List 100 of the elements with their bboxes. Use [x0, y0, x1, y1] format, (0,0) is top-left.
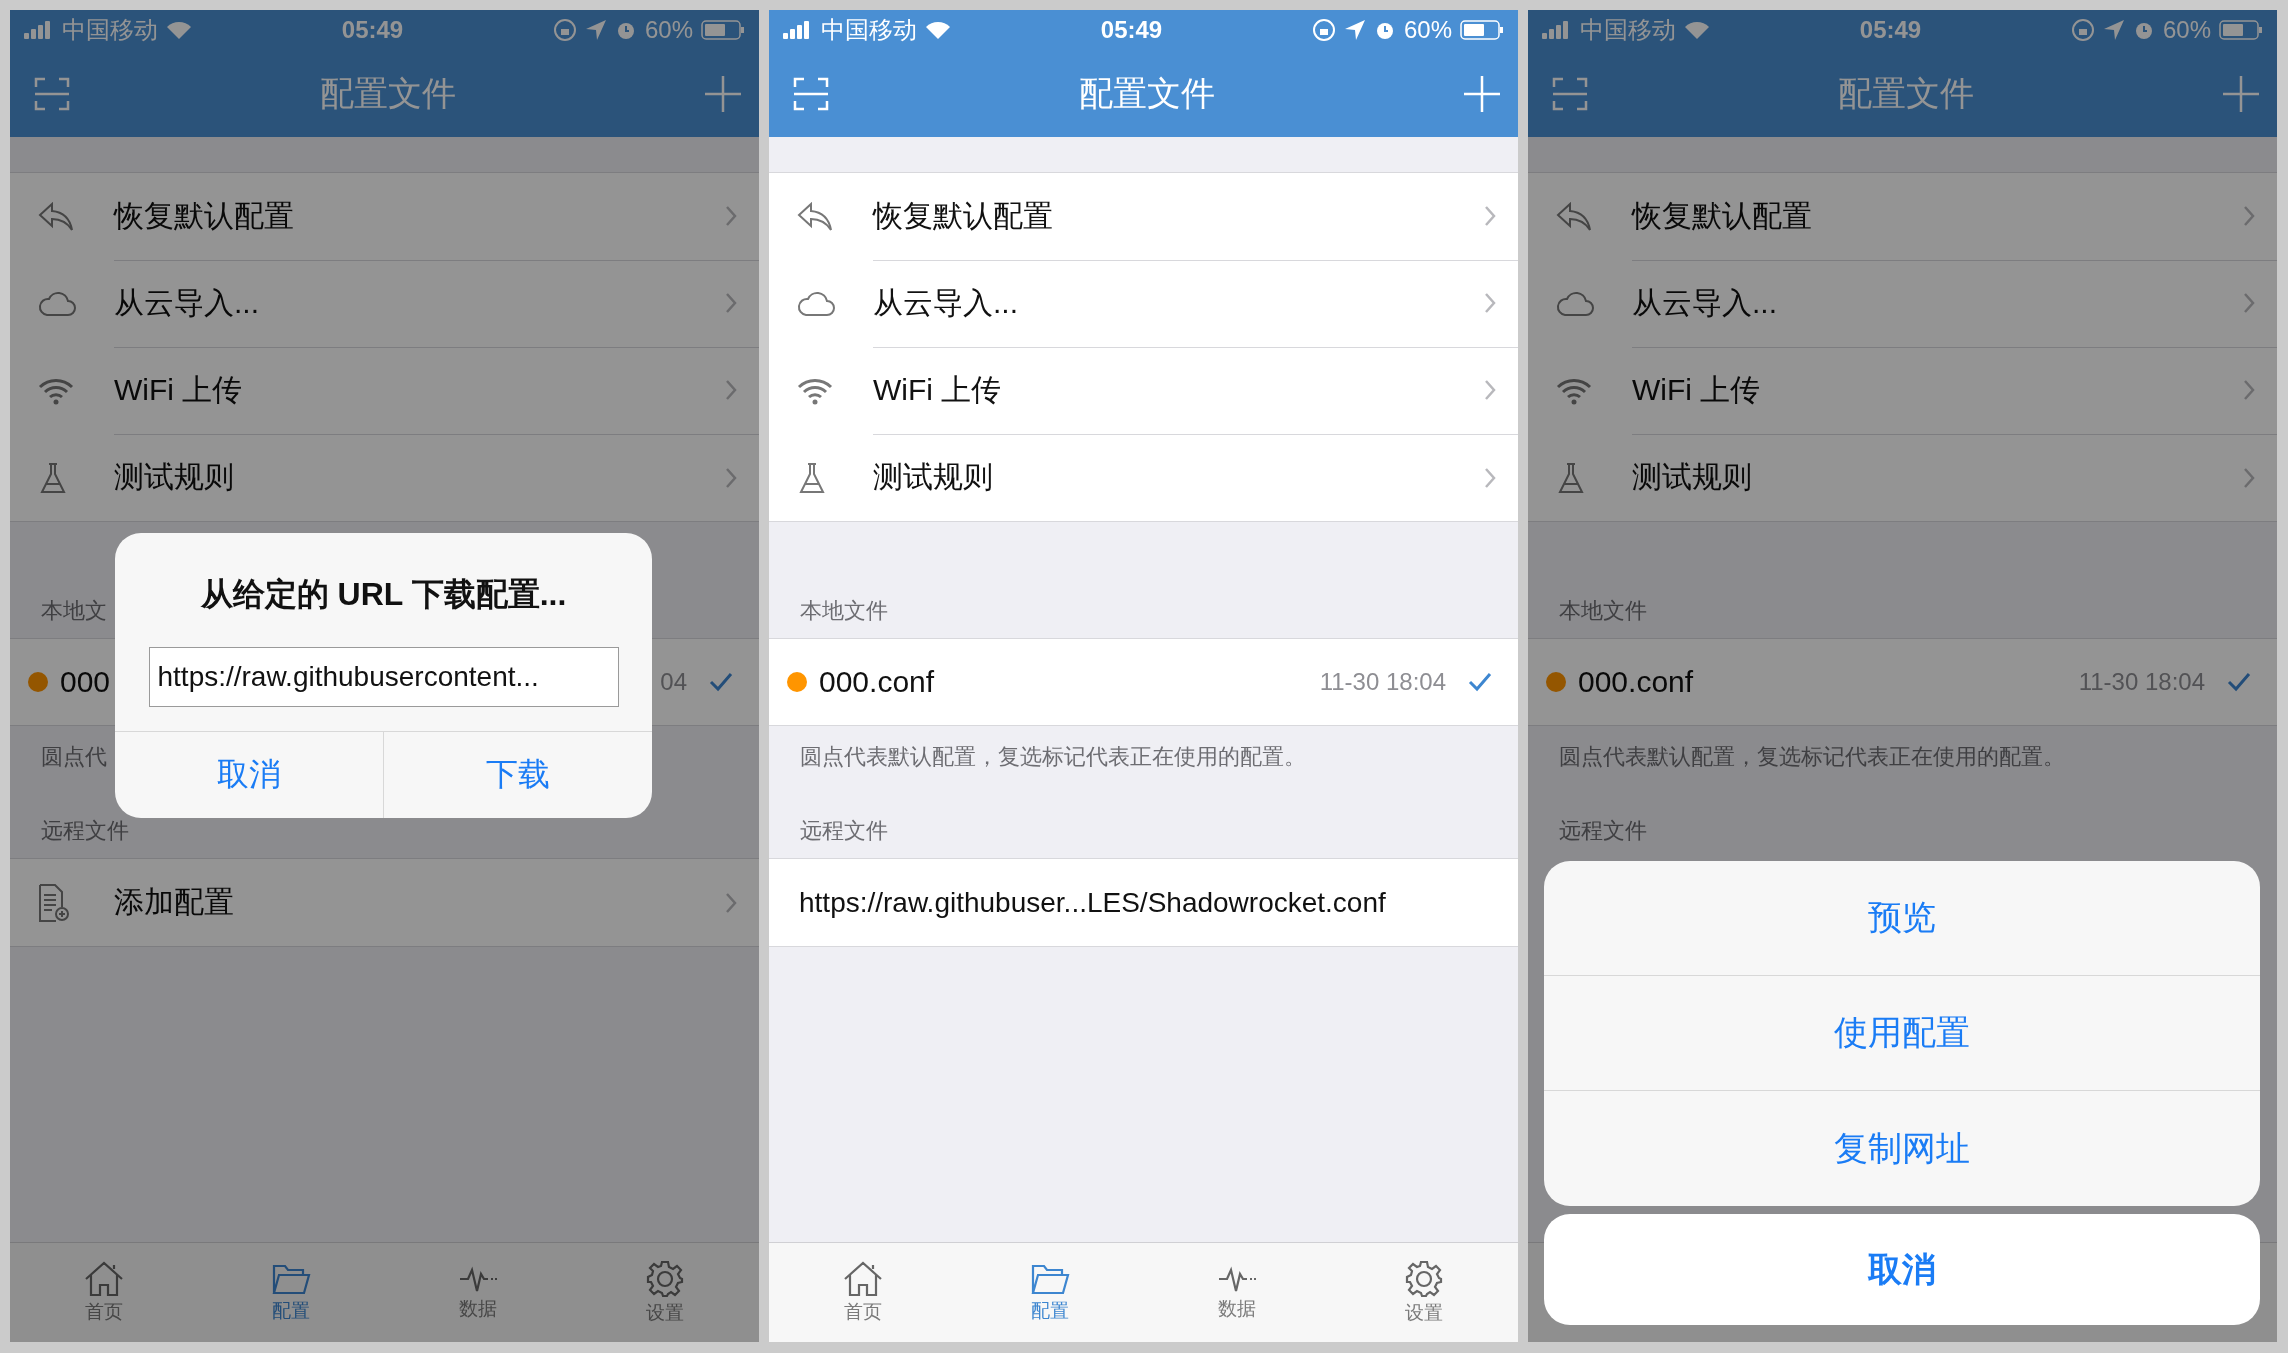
menu-item[interactable]: 添加配置 [10, 859, 759, 946]
add-icon[interactable] [705, 75, 741, 112]
alert-button[interactable]: 下载 [383, 732, 652, 818]
tab-item[interactable]: 配置 [956, 1243, 1144, 1342]
url-input-field[interactable]: https://raw.githubusercontent... [148, 647, 619, 707]
carrier-name: 中国移动 [62, 15, 158, 45]
reply-arrow-icon [38, 201, 74, 232]
rotation-lock-icon [1311, 18, 1336, 42]
wifi-icon [38, 376, 74, 405]
battery-icon [701, 19, 745, 41]
section-header: 远程文件 [41, 817, 129, 845]
section-header: 本地文 [41, 597, 107, 625]
battery-percent: 60% [1403, 16, 1452, 44]
menu-item[interactable]: 恢复默认配置 [10, 173, 759, 260]
alert-button[interactable]: 取消 [115, 732, 384, 818]
wifi-icon [1684, 20, 1710, 40]
menu-item[interactable]: 恢复默认配置 [769, 173, 1518, 260]
cloud-icon [797, 290, 835, 317]
home-icon [842, 1260, 883, 1297]
menu-item[interactable]: 恢复默认配置 [1528, 173, 2277, 260]
file-date: 11-30 18:04 [1319, 668, 1446, 696]
clock-time: 05:49 [1100, 16, 1163, 44]
sheet-action[interactable]: 预览 [1544, 861, 2260, 976]
location-arrow-icon [584, 19, 607, 41]
file-name[interactable]: 000.conf [819, 665, 1320, 699]
footer-note: 圆点代 [41, 744, 107, 769]
screen-title: 配置文件 [319, 72, 456, 114]
home-icon [83, 1260, 124, 1297]
flask-icon [38, 460, 68, 495]
footer-note: 圆点代表默认配置，复选标记代表正在使用的配置。 [1559, 744, 2065, 769]
settings-icon [646, 1259, 685, 1298]
chevron-right-icon [2243, 379, 2255, 401]
chevron-right-icon [725, 205, 737, 227]
menu-item[interactable]: 测试规则 [769, 434, 1518, 521]
menu-item[interactable]: 测试规则 [1528, 434, 2277, 521]
clock-time: 05:49 [1859, 16, 1922, 44]
chevron-right-icon [725, 891, 737, 914]
battery-percent: 60% [2162, 16, 2211, 44]
carrier-name: 中国移动 [821, 15, 917, 45]
add-icon[interactable] [2223, 75, 2259, 112]
chevron-right-icon [725, 466, 737, 489]
section-header: 本地文件 [800, 597, 888, 625]
battery-icon [1460, 19, 1504, 41]
screen-title: 配置文件 [1837, 72, 1974, 114]
reply-arrow-icon [1556, 201, 1592, 232]
wifi-icon [166, 20, 192, 40]
section-header: 本地文件 [1559, 597, 1647, 625]
scan-icon[interactable] [1552, 76, 1588, 111]
battery-percent: 60% [644, 16, 693, 44]
menu-item[interactable]: 从云导入... [769, 260, 1518, 347]
chevron-right-icon [2243, 205, 2255, 227]
carrier-name: 中国移动 [1580, 15, 1676, 45]
scan-icon[interactable] [34, 76, 70, 111]
wifi-icon [797, 376, 833, 405]
wifi-icon [1556, 376, 1592, 405]
add-icon[interactable] [1464, 75, 1500, 112]
sheet-action[interactable]: 使用配置 [1544, 976, 2260, 1091]
chevron-right-icon [2243, 466, 2255, 489]
menu-item[interactable]: WiFi 上传 [10, 347, 759, 434]
remote-file-url[interactable]: https://raw.githubuser...LES/Shadowrocket.conf [799, 886, 1386, 919]
menu-item[interactable]: WiFi 上传 [1528, 347, 2277, 434]
reply-arrow-icon [797, 201, 833, 232]
sheet-action[interactable]: 复制网址 [1544, 1091, 2260, 1206]
file-date: 11-30 18:04 [2078, 668, 2205, 696]
settings-icon [1405, 1259, 1444, 1298]
wifi-icon [925, 20, 951, 40]
location-arrow-icon [2102, 19, 2125, 41]
alert-title: 从给定的 URL 下载配置... [200, 575, 567, 614]
location-arrow-icon [1343, 19, 1366, 41]
clock-time: 05:49 [341, 16, 404, 44]
battery-icon [2219, 19, 2263, 41]
chevron-right-icon [1484, 292, 1496, 314]
flask-icon [1556, 460, 1586, 495]
file-date: 04 [660, 668, 687, 696]
section-header: 远程文件 [1559, 817, 1647, 845]
menu-item[interactable]: 从云导入... [1528, 260, 2277, 347]
tab-item[interactable]: 设置 [1330, 1243, 1518, 1342]
rotation-lock-icon [552, 18, 577, 42]
tab-item[interactable]: 数据 [1143, 1243, 1331, 1342]
flask-icon [797, 460, 827, 495]
scan-icon[interactable] [793, 76, 829, 111]
menu-item[interactable]: WiFi 上传 [769, 347, 1518, 434]
chevron-right-icon [1484, 466, 1496, 489]
chevron-right-icon [1484, 205, 1496, 227]
chevron-right-icon [725, 292, 737, 314]
cloud-icon [1556, 290, 1594, 317]
screen-title: 配置文件 [1078, 72, 1215, 114]
menu-item[interactable]: 从云导入... [10, 260, 759, 347]
rotation-lock-icon [2070, 18, 2095, 42]
document-add-icon [38, 882, 70, 923]
file-name[interactable]: 000.conf [1578, 665, 2079, 699]
cloud-icon [38, 290, 76, 317]
menu-item[interactable]: 测试规则 [10, 434, 759, 521]
chevron-right-icon [1484, 379, 1496, 401]
cancel-button[interactable]: 取消 [1544, 1214, 2260, 1325]
section-header: 远程文件 [800, 817, 888, 845]
tab-item[interactable]: 首页 [769, 1243, 957, 1342]
footer-note: 圆点代表默认配置，复选标记代表正在使用的配置。 [800, 744, 1306, 769]
chevron-right-icon [2243, 292, 2255, 314]
chevron-right-icon [725, 379, 737, 401]
